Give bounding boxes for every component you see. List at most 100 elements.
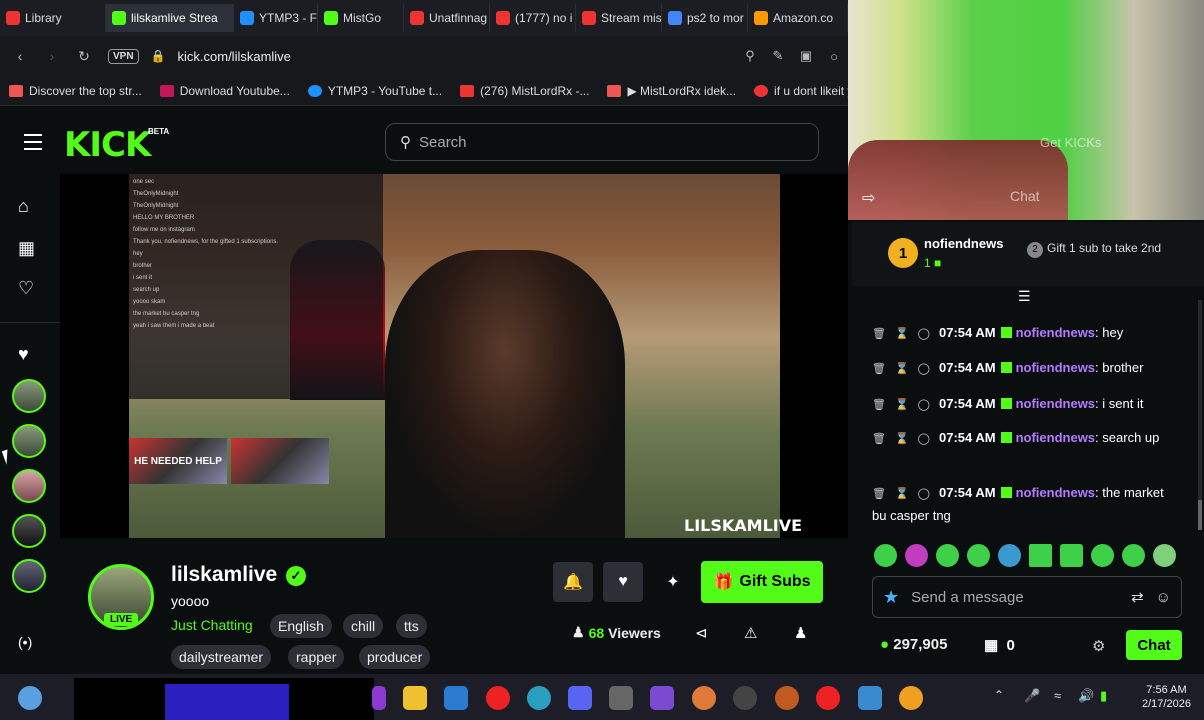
followed-channel-avatar[interactable] [12, 379, 46, 413]
tag-rapper[interactable]: rapper [288, 645, 345, 669]
chat-scrollbar[interactable] [1198, 300, 1202, 530]
url-field[interactable]: kick.com/lilskamlive [178, 49, 291, 64]
pin-icon[interactable]: ★ [883, 587, 899, 608]
bookmark-item[interactable]: ▶ MistLordRx idek... [598, 84, 745, 98]
trash-icon[interactable]: 🗑 [872, 363, 886, 375]
app-icon[interactable] [858, 686, 882, 710]
file-explorer-icon[interactable] [403, 686, 427, 710]
emote-icon[interactable] [1122, 544, 1145, 567]
opera-gx-icon[interactable] [816, 686, 840, 710]
tab-amazon[interactable]: Amazon.co [748, 4, 848, 32]
bookmark-item[interactable]: YTMP3 - YouTube t... [299, 84, 451, 98]
taskbar-clock[interactable]: 7:56 AM 2/17/2026 [1142, 683, 1191, 711]
gift-prompt[interactable]: 2 Gift 1 sub to take 2nd [1027, 242, 1167, 258]
ban-icon[interactable]: ◯ [918, 433, 930, 445]
kick-logo[interactable]: KICK [64, 125, 151, 165]
scrollbar-thumb[interactable] [1198, 500, 1202, 530]
tab-unatfinnag[interactable]: Unatfinnag [404, 4, 490, 32]
search-input[interactable]: ⚲ Search [385, 123, 819, 161]
edit-icon[interactable]: ✎ [764, 48, 792, 64]
wifi-icon[interactable]: ≈ [1054, 688, 1061, 703]
reload-icon[interactable]: ↻ [72, 44, 96, 68]
follow-button[interactable]: ♥ [603, 562, 643, 602]
vpn-badge[interactable]: VPN [108, 48, 139, 64]
app-icon[interactable] [372, 686, 386, 710]
back-icon[interactable]: ‹ [8, 44, 32, 68]
bookmark-item[interactable]: Discover the top str... [0, 84, 151, 98]
camera-icon[interactable] [609, 686, 633, 710]
followed-channel-avatar[interactable] [12, 559, 46, 593]
shield-icon[interactable]: ○ [820, 49, 848, 64]
opera-icon[interactable] [486, 686, 510, 710]
emote-icon[interactable] [1060, 544, 1083, 567]
tab-library[interactable]: Library [0, 4, 106, 32]
pinned-toggle-icon[interactable]: ☰ [1018, 288, 1031, 305]
video-editor-icon[interactable] [650, 686, 674, 710]
bookmark-item[interactable]: Download Youtube... [151, 84, 299, 98]
microphone-icon[interactable]: 🎤 [1024, 688, 1040, 704]
ban-icon[interactable]: ◯ [918, 488, 930, 500]
timeout-icon[interactable]: ⌛ [895, 328, 909, 340]
timeout-icon[interactable]: ⌛ [895, 363, 909, 375]
followed-channel-avatar[interactable] [12, 514, 46, 548]
app-icon[interactable] [692, 686, 716, 710]
tab-ps2[interactable]: ps2 to mor [662, 4, 748, 32]
emote-icon[interactable] [1153, 544, 1176, 567]
sparkle-button[interactable]: ✦ [653, 562, 693, 602]
tab-mistgo[interactable]: MistGo [318, 4, 404, 32]
ban-icon[interactable]: ◯ [918, 399, 930, 411]
tag-english[interactable]: English [270, 614, 332, 638]
tab-lilskamlive[interactable]: lilskamlive Strea [106, 4, 234, 32]
camera-icon[interactable]: ▣ [792, 48, 820, 64]
report-icon[interactable]: ⚠ [744, 624, 757, 642]
volume-icon[interactable]: 🔊 [1078, 688, 1094, 704]
trash-icon[interactable]: 🗑 [872, 328, 886, 340]
user-icon[interactable] [18, 686, 42, 710]
emote-icon[interactable] [1029, 544, 1052, 567]
share-icon[interactable]: ⊲ [695, 624, 708, 642]
mail-icon[interactable] [444, 686, 468, 710]
emote-icon[interactable] [967, 544, 990, 567]
menu-icon[interactable] [24, 134, 42, 150]
trash-icon[interactable]: 🗑 [872, 399, 886, 411]
translate-icon[interactable]: ⇄ [1131, 588, 1144, 606]
emote-icon[interactable] [936, 544, 959, 567]
timeout-icon[interactable]: ⌛ [895, 399, 909, 411]
emote-icon[interactable] [998, 544, 1021, 567]
add-user-icon[interactable]: ♟ [794, 624, 807, 642]
tab-1777[interactable]: (1777) no i [490, 4, 576, 32]
channel-points[interactable]: ● 297,905 [880, 636, 947, 653]
emote-icon[interactable] [1091, 544, 1114, 567]
steam-icon[interactable] [733, 686, 757, 710]
fl-studio-icon[interactable] [775, 686, 799, 710]
notification-bell-button[interactable]: 🔔 [553, 562, 593, 602]
followed-channel-avatar[interactable] [12, 424, 46, 458]
tag-tts[interactable]: tts [396, 614, 427, 638]
ban-icon[interactable]: ◯ [918, 363, 930, 375]
tag-dailystreamer[interactable]: dailystreamer [171, 645, 272, 669]
chat-send-button[interactable]: Chat [1126, 630, 1182, 660]
trash-icon[interactable]: 🗑 [872, 488, 886, 500]
ban-icon[interactable]: ◯ [918, 328, 930, 340]
chat-message-input[interactable]: ★ Send a message ⇄ ☺ [872, 576, 1182, 618]
expand-sidebar-icon[interactable]: (•) [18, 634, 32, 650]
battery-icon[interactable]: ▮ [1100, 688, 1107, 704]
emote-icon[interactable] [874, 544, 897, 567]
tab-stream-mis[interactable]: Stream mis [576, 4, 662, 32]
category-link[interactable]: Just Chatting [171, 617, 253, 633]
home-icon[interactable]: ⌂ [18, 196, 29, 217]
gift-subs-button[interactable]: 🎁 Gift Subs [701, 561, 823, 603]
gift-box-count[interactable]: ▦ 0 [984, 636, 1015, 654]
discord-icon[interactable] [568, 686, 592, 710]
top-gifter-name[interactable]: nofiendnews [924, 236, 1003, 251]
trash-icon[interactable]: 🗑 [872, 433, 886, 445]
chrome-icon[interactable] [899, 686, 923, 710]
bookmark-item[interactable]: (276) MistLordRx -... [451, 84, 598, 98]
timeout-icon[interactable]: ⌛ [895, 433, 909, 445]
collapse-chat-icon[interactable]: ⇨ [862, 188, 875, 208]
browse-icon[interactable]: ▦ [18, 238, 35, 259]
following-heart-icon[interactable]: ♡ [18, 278, 34, 299]
tag-chill[interactable]: chill [343, 614, 384, 638]
timeout-icon[interactable]: ⌛ [895, 488, 909, 500]
emoji-icon[interactable]: ☺ [1156, 589, 1171, 606]
